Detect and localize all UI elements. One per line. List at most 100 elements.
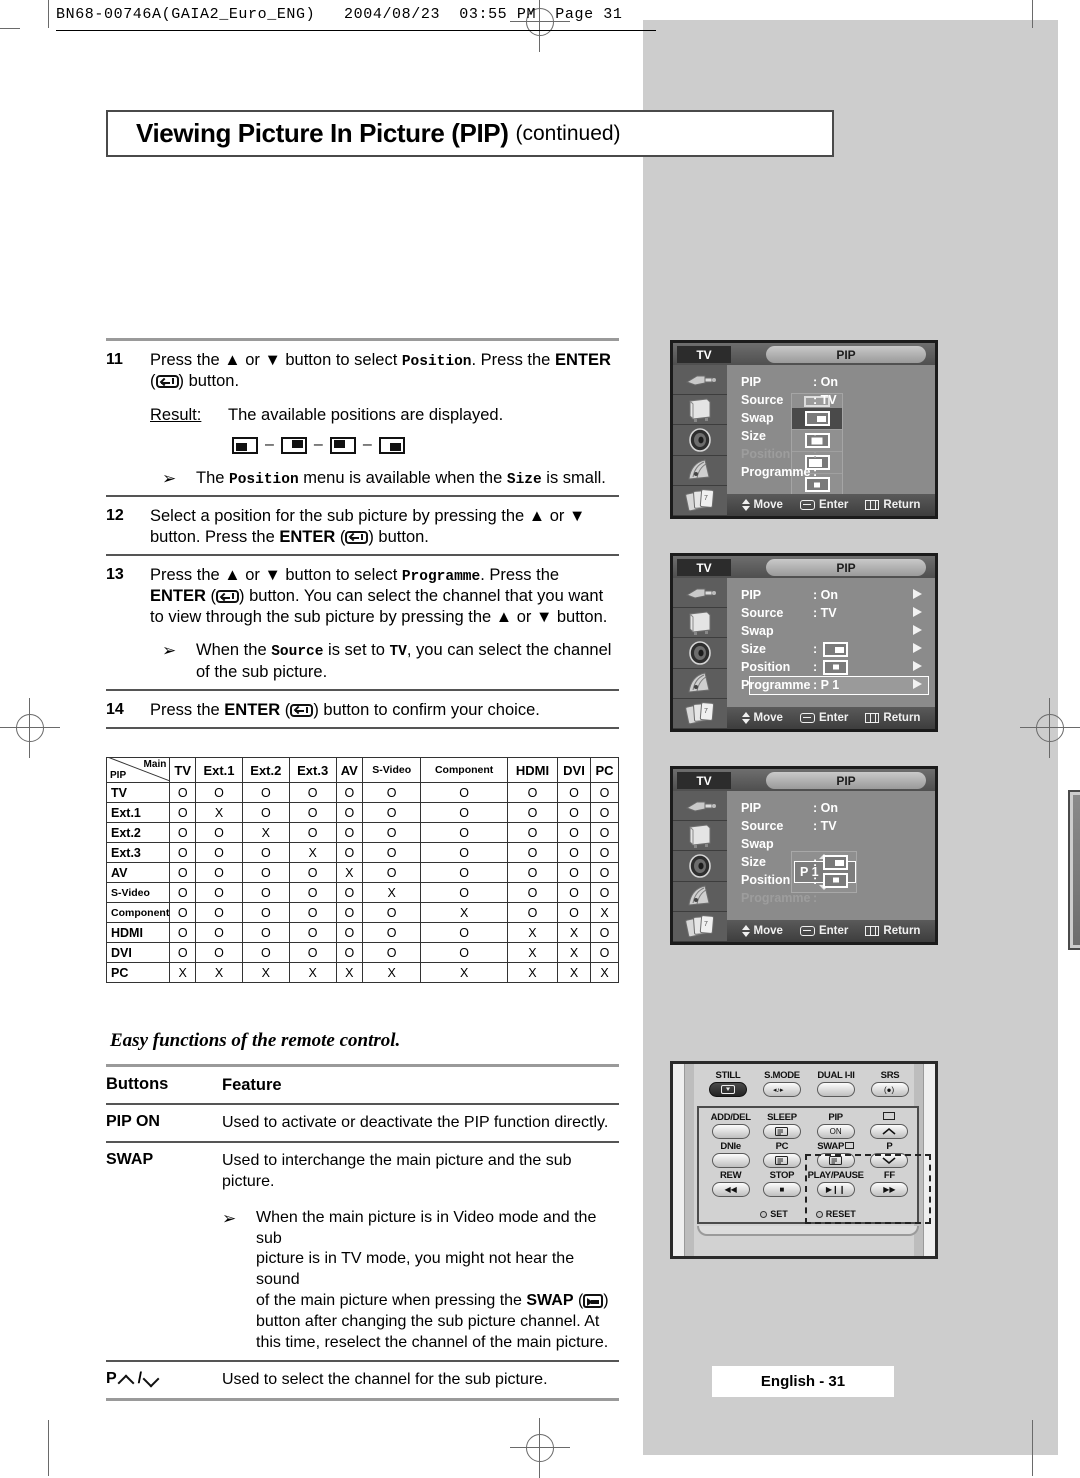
osd-right-arrow-icon[interactable] <box>913 625 922 635</box>
table-cell: O <box>169 782 197 803</box>
remote-button-sleep[interactable]: SLEEP <box>756 1112 807 1139</box>
input-plug-icon[interactable] <box>673 791 727 822</box>
osd-tab-pip[interactable]: PIP <box>766 346 926 363</box>
table-cell: X <box>288 842 337 863</box>
picture-tv-icon[interactable] <box>673 608 727 639</box>
osd-right-arrow-icon[interactable] <box>913 679 922 689</box>
remote-button-pc[interactable]: PC <box>756 1141 807 1168</box>
osd-right-arrow-icon[interactable] <box>913 607 922 617</box>
svg-text:7: 7 <box>704 921 708 928</box>
sound-speaker-icon[interactable] <box>673 425 727 456</box>
osd-right-arrow-icon[interactable] <box>913 589 922 599</box>
picture-tv-icon[interactable] <box>673 821 727 852</box>
set-button[interactable]: SET <box>760 1209 788 1219</box>
osd-item-label: Size <box>741 429 767 443</box>
input-plug-icon[interactable] <box>673 365 727 396</box>
remote-button-dnie[interactable]: DNIe <box>705 1141 756 1168</box>
remote-key-cap[interactable]: (●) <box>871 1082 909 1097</box>
remote-button-srs[interactable]: SRS (●) <box>871 1070 909 1097</box>
remote-key-cap[interactable] <box>711 1153 750 1168</box>
remote-button-s-mode[interactable]: S.MODE ◂♪▸ <box>763 1070 801 1097</box>
enter-icon <box>799 926 815 936</box>
setup-cards-icon[interactable]: 7 <box>673 912 727 942</box>
feature-description: Used to activate or deactivate the PIP f… <box>222 1114 609 1132</box>
remote-key-cap[interactable]: ◂♪▸ <box>763 1082 801 1097</box>
note-keyword-size: Size <box>506 471 542 488</box>
reset-button[interactable]: RESET <box>815 1209 856 1219</box>
remote-button-pip[interactable]: PIP ON <box>808 1112 864 1139</box>
remote-button-label: PIP <box>828 1112 843 1123</box>
remote-key-cap[interactable]: ◀◀ <box>711 1182 750 1197</box>
remote-button-rew[interactable]: REW ◀◀ <box>705 1170 756 1197</box>
remote-button-still[interactable]: STILL <box>709 1070 747 1097</box>
osd-menu-item-programme[interactable]: Programme: <box>741 463 935 481</box>
remote-key-cap[interactable] <box>870 1124 909 1139</box>
row-header: AV <box>105 862 171 883</box>
osd-menu-item-position[interactable]: Position: <box>741 658 935 676</box>
channel-icon[interactable] <box>673 669 727 699</box>
osd-tab-pip[interactable]: PIP <box>766 559 926 576</box>
osd-menu-item-position[interactable]: Position: <box>741 871 935 889</box>
remote-key-cap[interactable] <box>817 1082 855 1097</box>
remote-button-row3[interactable] <box>864 1112 915 1139</box>
col-header-hdmi: HDMI <box>506 757 558 783</box>
table-cell: O <box>241 802 290 823</box>
remote-button-add-del[interactable]: ADD/DEL <box>705 1112 756 1139</box>
row-header: TV <box>105 782 171 803</box>
remote-key-cap[interactable] <box>762 1124 801 1139</box>
table-cell: O <box>556 862 592 883</box>
table-cell: X <box>335 862 364 883</box>
position-icon-strip: – – – <box>232 435 619 455</box>
table-cell: O <box>420 822 508 843</box>
dash-separator: – <box>265 436 274 454</box>
setup-cards-icon[interactable]: 7 <box>673 486 727 516</box>
osd-right-arrow-icon[interactable] <box>913 661 922 671</box>
remote-key-cap[interactable] <box>762 1153 801 1168</box>
table-cell: O <box>506 862 558 883</box>
osd-item-label: Source <box>741 393 784 407</box>
table-cell: O <box>288 882 337 903</box>
input-plug-icon[interactable] <box>673 578 727 609</box>
osd-menu-item-swap[interactable]: Swap <box>741 622 935 640</box>
remote-key-cap[interactable] <box>711 1124 750 1139</box>
step-keyword-position: Position <box>401 354 472 370</box>
osd-tab-pip[interactable]: PIP <box>766 772 926 789</box>
osd-menu-item-pip[interactable]: PIP: On <box>741 373 935 391</box>
osd-menu-item-source[interactable]: Source: TV <box>741 817 935 835</box>
osd-menu-item-source[interactable]: Source: TV <box>741 391 935 409</box>
table-cell: O <box>420 922 508 943</box>
osd-footer-move: Move <box>741 712 783 724</box>
osd-menu-item-position[interactable]: Position: <box>741 445 935 463</box>
sound-speaker-icon[interactable] <box>673 851 727 882</box>
channel-icon[interactable] <box>673 882 727 912</box>
osd-menu-item-size[interactable]: Size: <box>741 853 935 871</box>
position-top-left-icon <box>329 436 356 454</box>
osd-menu-item-size[interactable]: Size: <box>741 640 935 658</box>
table-cell: O <box>506 902 558 923</box>
setup-cards-icon[interactable]: 7 <box>673 699 727 729</box>
remote-button-dual-i-ii[interactable]: DUAL I-II <box>817 1070 855 1097</box>
remote-button-stop[interactable]: STOP ■ <box>756 1170 807 1197</box>
osd-menu-item-programme[interactable]: Programme: <box>741 889 935 907</box>
osd-menu-item-pip[interactable]: PIP: On <box>741 799 935 817</box>
osd-menu-list: PIP: On Source: TV Swap Size: Position: Progr… <box>727 365 935 494</box>
remote-button-panel: ADD/DEL SLEEP PIP ON DNIe PC SWAP P REW ◀◀ STOP ■ PL… <box>697 1106 931 1224</box>
channel-icon[interactable] <box>673 456 727 486</box>
step-12: 12 Select a position for the sub picture… <box>106 497 619 554</box>
osd-menu-item-size[interactable]: Size: <box>741 427 935 445</box>
osd-size-dropdown[interactable] <box>791 393 843 499</box>
sound-speaker-icon[interactable] <box>673 638 727 669</box>
osd-menu-item-programme[interactable]: Programme: P 1 <box>741 676 935 695</box>
picture-tv-icon[interactable] <box>673 395 727 426</box>
remote-key-cap[interactable]: ■ <box>762 1182 801 1197</box>
step-number: 11 <box>106 351 123 368</box>
table-row: Ext.1 O X O O O O O O O O <box>105 802 619 823</box>
osd-menu-item-pip[interactable]: PIP: On <box>741 586 935 604</box>
swap-note-row: ➢ When the main picture is in Video mode… <box>106 1200 619 1361</box>
step-note: ➢ When the Source is set to TV, you can … <box>150 640 619 682</box>
osd-menu-item-source[interactable]: Source: TV <box>741 604 935 622</box>
osd-menu-list: PIP: On Source: TV Swap Size: Position: Progr… <box>727 578 935 707</box>
remote-key-cap[interactable]: ON <box>816 1124 855 1139</box>
remote-key-cap[interactable] <box>709 1082 747 1097</box>
osd-right-arrow-icon[interactable] <box>913 643 922 653</box>
